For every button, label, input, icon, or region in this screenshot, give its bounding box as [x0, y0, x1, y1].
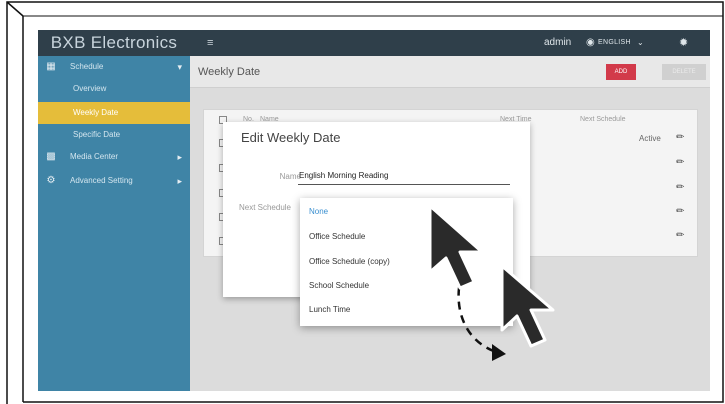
- name-field[interactable]: [298, 167, 510, 185]
- mouse-cursor-icon: [428, 204, 484, 290]
- sidebar-item-label: Schedule: [70, 62, 104, 71]
- sidebar-item-advanced-setting[interactable]: ⚙ Advanced Setting ▸: [38, 170, 190, 192]
- edit-pencil-icon[interactable]: ✏: [676, 132, 684, 143]
- image-icon: ▩: [46, 151, 56, 162]
- add-button[interactable]: ADD: [606, 64, 636, 80]
- next-schedule-label: Next Schedule: [238, 203, 291, 212]
- column-header-next-schedule: Next Schedule: [580, 116, 626, 123]
- page-header: Weekly Date ADD DELETE: [190, 56, 710, 88]
- sidebar-item-specific-date[interactable]: Specific Date: [38, 124, 190, 146]
- sidebar-item-media-center[interactable]: ▩ Media Center ▸: [38, 146, 190, 168]
- dialog-title: Edit Weekly Date: [241, 130, 341, 145]
- menu-icon[interactable]: ≡: [207, 30, 213, 56]
- app-window: BXB Electronics ▦ Schedule ▾ Overview We…: [38, 30, 710, 391]
- sidebar-item-label: Specific Date: [73, 130, 121, 139]
- top-bar: ≡ admin ◉ ENGLISH ⌄ ✹: [190, 30, 710, 56]
- sidebar-item-weekly-date[interactable]: Weekly Date: [38, 102, 190, 124]
- sidebar-item-overview[interactable]: Overview: [38, 78, 190, 100]
- status-badge: Active: [639, 134, 661, 143]
- sidebar-item-label: Advanced Setting: [70, 176, 133, 185]
- caret-down-icon: ▾: [177, 62, 182, 72]
- sidebar-item-schedule[interactable]: ▦ Schedule ▾: [38, 56, 190, 78]
- language-select[interactable]: ENGLISH: [598, 30, 631, 56]
- gear-icon: ⚙: [46, 175, 56, 186]
- edit-pencil-icon[interactable]: ✏: [676, 206, 684, 217]
- chevron-down-icon[interactable]: ⌄: [637, 30, 644, 56]
- edit-pencil-icon[interactable]: ✏: [676, 157, 684, 168]
- sidebar-item-label: Weekly Date: [73, 108, 119, 117]
- settings-gear-icon[interactable]: ✹: [679, 30, 688, 56]
- globe-icon: ◉: [586, 37, 595, 48]
- mouse-cursor-icon: [500, 264, 555, 348]
- edit-pencil-icon[interactable]: ✏: [676, 182, 684, 193]
- sidebar: BXB Electronics ▦ Schedule ▾ Overview We…: [38, 30, 190, 391]
- page-title: Weekly Date: [198, 66, 261, 78]
- brand-logo: BXB Electronics: [38, 30, 190, 56]
- chevron-right-icon: ▸: [177, 176, 182, 186]
- edit-pencil-icon[interactable]: ✏: [676, 230, 684, 241]
- user-name[interactable]: admin: [544, 30, 571, 56]
- chevron-right-icon: ▸: [177, 152, 182, 162]
- calendar-icon: ▦: [46, 61, 56, 72]
- sidebar-item-label: Overview: [73, 84, 107, 93]
- delete-button[interactable]: DELETE: [662, 64, 706, 80]
- sidebar-item-label: Media Center: [70, 152, 119, 161]
- name-label: Name: [279, 172, 301, 181]
